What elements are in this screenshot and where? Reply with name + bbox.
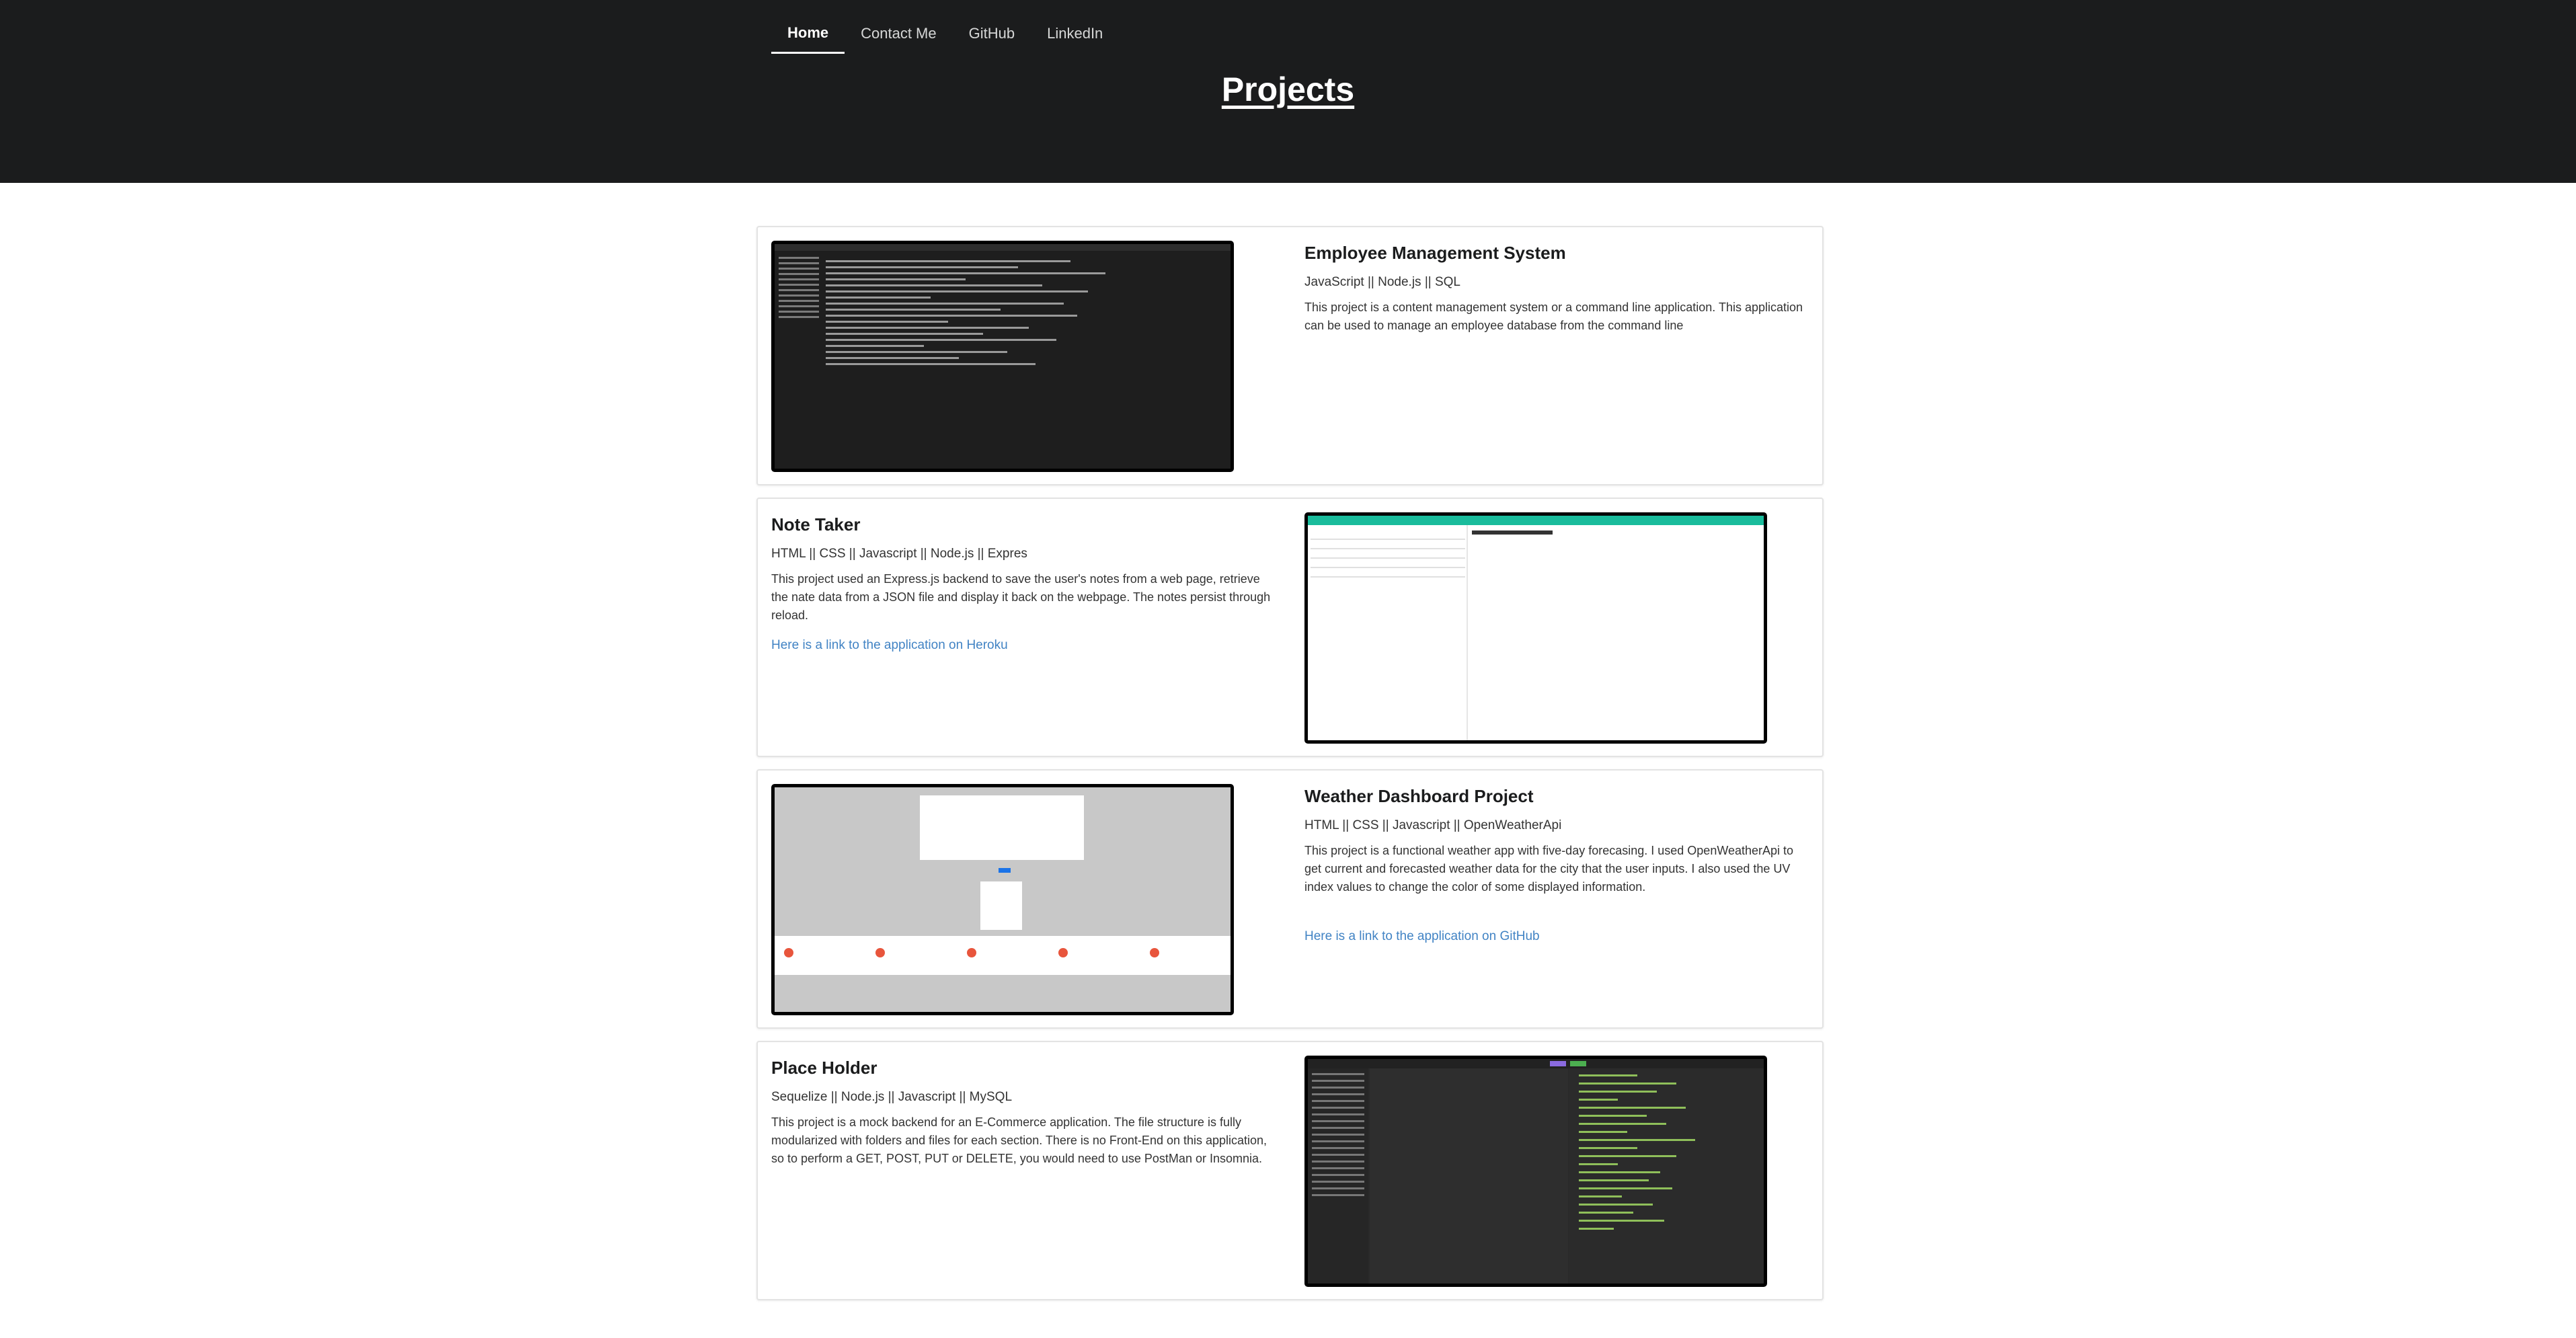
project-card-weather-dashboard: Weather Dashboard Project HTML || CSS ||… <box>756 769 1824 1029</box>
nav-github[interactable]: GitHub <box>953 13 1031 54</box>
project-title: Employee Management System <box>1304 243 1566 263</box>
project-screenshot-weather <box>771 784 1234 1015</box>
project-tech-stack: JavaScript || Node.js || SQL <box>1304 275 1460 289</box>
project-title: Note Taker <box>771 514 861 535</box>
project-card-place-holder: Place Holder Sequelize || Node.js || Jav… <box>756 1041 1824 1300</box>
project-info: Note Taker HTML || CSS || Javascript || … <box>771 512 1276 655</box>
page-title: Projects <box>1221 71 1355 108</box>
project-title: Weather Dashboard Project <box>1304 786 1534 806</box>
project-description: This project is a functional weather app… <box>1304 844 1794 894</box>
project-card-employee-management: Employee Management System JavaScript ||… <box>756 226 1824 485</box>
project-tech-stack: HTML || CSS || Javascript || OpenWeather… <box>1304 818 1562 832</box>
project-tech-stack: HTML || CSS || Javascript || Node.js || … <box>771 547 1027 561</box>
project-description: This project is a mock backend for an E-… <box>771 1115 1267 1165</box>
project-screenshot-terminal <box>771 241 1234 472</box>
project-card-note-taker: Note Taker HTML || CSS || Javascript || … <box>756 498 1824 757</box>
nav-home[interactable]: Home <box>771 13 845 54</box>
top-nav: Home Contact Me GitHub LinkedIn <box>771 13 1119 54</box>
heroku-link[interactable]: Here is a link to the application on Her… <box>771 636 1276 655</box>
github-link[interactable]: Here is a link to the application on Git… <box>1304 927 1809 946</box>
project-screenshot-note-taker <box>1304 512 1767 744</box>
nav-linkedin[interactable]: LinkedIn <box>1031 13 1119 54</box>
project-info: Employee Management System JavaScript ||… <box>1304 241 1809 335</box>
project-screenshot-insomnia <box>1304 1056 1767 1287</box>
project-description: This project used an Express.js backend … <box>771 572 1271 622</box>
project-info: Weather Dashboard Project HTML || CSS ||… <box>1304 784 1809 946</box>
nav-contact-me[interactable]: Contact Me <box>845 13 953 54</box>
project-description: This project is a content management sys… <box>1304 301 1803 332</box>
project-tech-stack: Sequelize || Node.js || Javascript || My… <box>771 1090 1013 1104</box>
page-header: Home Contact Me GitHub LinkedIn Projects <box>0 0 2576 183</box>
project-info: Place Holder Sequelize || Node.js || Jav… <box>771 1056 1276 1168</box>
project-title: Place Holder <box>771 1058 877 1078</box>
